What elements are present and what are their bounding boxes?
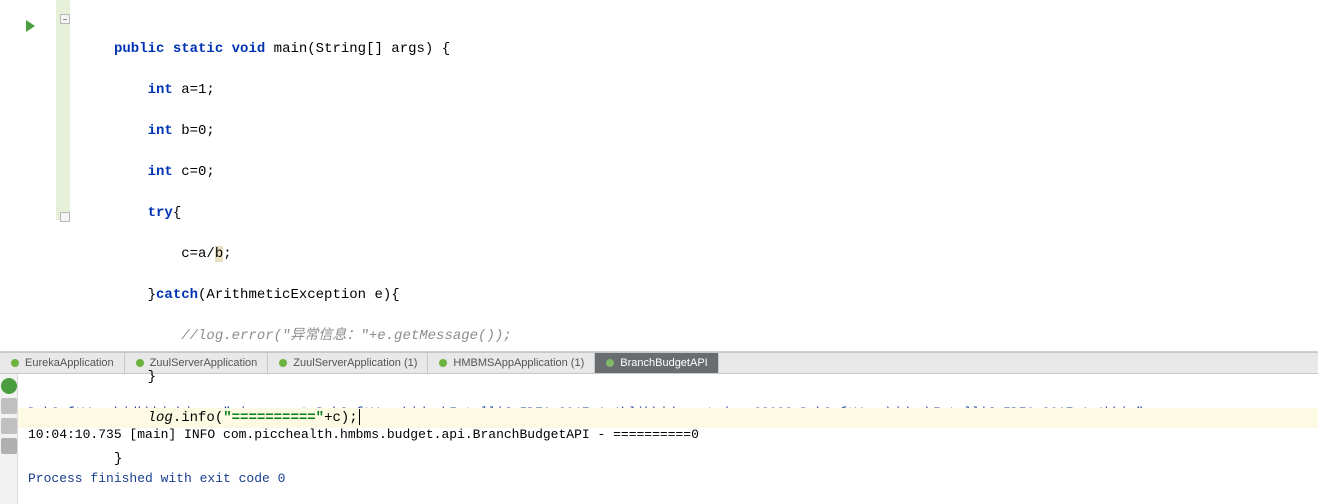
code-line: int b=0; [114, 121, 1318, 142]
code-line: } [114, 449, 1318, 470]
code-line: int a=1; [114, 80, 1318, 101]
tab-label: EurekaApplication [25, 357, 114, 369]
code-editor[interactable]: public static void main(String[] args) {… [58, 0, 1318, 351]
code-line: c=a/b; [114, 244, 1318, 265]
code-line: try{ [114, 203, 1318, 224]
code-line-current: log.info("=========="+c); [114, 408, 1318, 429]
rerun-button[interactable] [1, 378, 17, 394]
stop-button[interactable] [1, 398, 17, 414]
editor-area: public static void main(String[] args) {… [0, 0, 1318, 352]
tab-eureka[interactable]: EurekaApplication [0, 353, 125, 373]
code-line: } [114, 367, 1318, 388]
console-toolbar [0, 374, 18, 504]
run-gutter-icon[interactable] [26, 20, 35, 32]
code-line: //log.error("异常信息："+e.getMessage()); [114, 326, 1318, 347]
text-caret [359, 409, 360, 425]
code-line: public static void main(String[] args) { [114, 39, 1318, 60]
code-line: }catch(ArithmeticException e){ [114, 285, 1318, 306]
toggle-button[interactable] [1, 418, 17, 434]
settings-button[interactable] [1, 438, 17, 454]
code-line [114, 490, 1318, 504]
code-line: int c=0; [114, 162, 1318, 183]
editor-gutter [0, 0, 58, 351]
spring-boot-icon [10, 358, 20, 368]
